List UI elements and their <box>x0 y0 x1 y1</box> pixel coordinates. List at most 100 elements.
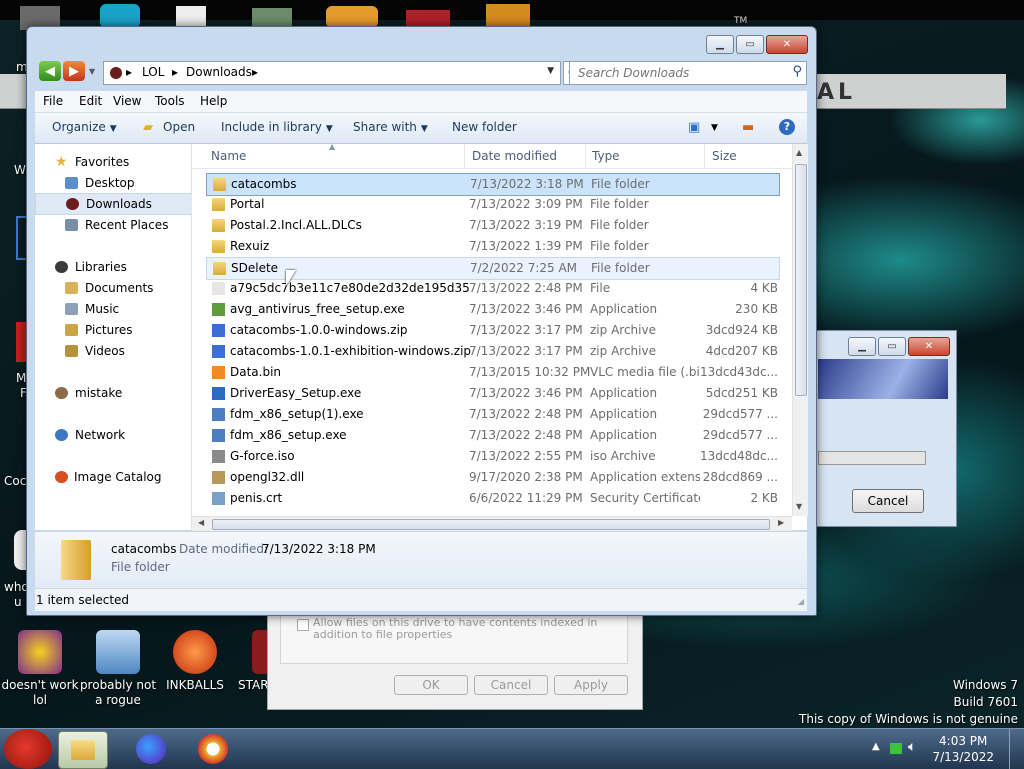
close-button[interactable]: ✕ <box>766 35 808 54</box>
taskbar-app[interactable] <box>190 731 238 767</box>
clock[interactable]: 4:03 PM 7/13/2022 <box>932 733 994 765</box>
scroll-up-icon[interactable]: ▲ <box>796 148 802 157</box>
menu-tools[interactable]: Tools <box>155 94 185 108</box>
preview-pane-icon[interactable]: ▬ <box>742 120 754 135</box>
apply-button[interactable]: Apply <box>554 675 628 695</box>
column-date-modified[interactable]: Date modified <box>472 149 557 163</box>
nav-network[interactable]: Network <box>35 425 191 445</box>
nav-videos[interactable]: Videos <box>35 341 191 361</box>
open-button[interactable]: Open <box>163 120 195 134</box>
back-button[interactable]: ◀ <box>39 61 61 81</box>
file-row[interactable]: G-force.iso 7/13/2022 2:55 PM iso Archive 1… <box>206 446 778 467</box>
file-row[interactable]: fdm_x86_setup.exe 7/13/2022 2:48 PM Applic… <box>206 425 778 446</box>
column-separator[interactable] <box>704 144 705 168</box>
file-row[interactable]: Data.bin 7/13/2015 10:32 PM VLC media file… <box>206 362 778 383</box>
minimize-button[interactable]: ▁ <box>706 35 734 54</box>
column-separator[interactable] <box>585 144 586 168</box>
file-row[interactable]: catacombs-1.0.0-windows.zip 7/13/2022 3:1… <box>206 320 778 341</box>
nav-desktop[interactable]: Desktop <box>35 173 191 193</box>
nav-downloads[interactable]: Downloads <box>35 193 193 215</box>
desktop-icon-top-3[interactable] <box>176 6 206 28</box>
vertical-scrollbar[interactable]: ▲ ▼ <box>792 144 808 516</box>
view-dropdown-icon[interactable]: ▼ <box>711 123 718 133</box>
search-icon[interactable]: ⚲ <box>792 64 802 79</box>
volume-icon[interactable]: 🔈︎ <box>908 739 916 755</box>
file-row[interactable]: fdm_x86_setup(1).exe 7/13/2022 2:48 PM App… <box>206 404 778 425</box>
start-button-angry-bird-icon[interactable] <box>4 729 52 769</box>
nav-documents[interactable]: Documents <box>35 278 191 298</box>
ok-button[interactable]: OK <box>394 675 468 695</box>
desktop-icon-top-4[interactable] <box>252 8 292 28</box>
nav-pictures[interactable]: Pictures <box>35 320 191 340</box>
change-view-icon[interactable]: ▣ <box>688 120 700 135</box>
breadcrumb-lol[interactable]: LOL <box>142 65 164 79</box>
help-icon[interactable]: ? <box>779 119 795 135</box>
file-row[interactable]: Rexuiz 7/13/2022 1:39 PM File folder <box>206 236 778 257</box>
column-name[interactable]: Name <box>211 149 246 163</box>
file-row[interactable]: Postal.2.Incl.ALL.DLCs 7/13/2022 3:19 PM F… <box>206 215 778 236</box>
file-date-modified: 7/13/2022 3:46 PM <box>469 302 583 316</box>
cancel-button[interactable]: Cancel <box>474 675 548 695</box>
file-row[interactable]: penis.crt 6/6/2022 11:29 PM Security Certi… <box>206 488 778 509</box>
menu-file[interactable]: File <box>43 94 63 108</box>
file-row[interactable]: catacombs 7/13/2022 3:18 PM File folder <box>206 173 780 196</box>
nav-music[interactable]: Music <box>35 299 191 319</box>
maximize-button[interactable]: ▭ <box>878 337 906 356</box>
horizontal-scroll-thumb[interactable] <box>212 519 770 530</box>
column-size[interactable]: Size <box>712 149 737 163</box>
desktop-icon-rogue[interactable]: probably not a rogue <box>78 630 158 708</box>
nav-recent-places[interactable]: Recent Places <box>35 215 191 235</box>
scroll-right-icon[interactable]: ▶ <box>778 518 784 527</box>
breadcrumb-arrow-icon[interactable]: ▸ <box>126 65 132 79</box>
desktop-icon-inkballs[interactable]: INKBALLS <box>155 630 235 693</box>
action-center-icon[interactable] <box>890 743 902 754</box>
resize-grip-icon[interactable]: ◢ <box>798 597 804 606</box>
breadcrumb-arrow-icon[interactable]: ▸ <box>172 65 178 79</box>
menu-view[interactable]: View <box>113 94 141 108</box>
close-button[interactable]: ✕ <box>908 337 950 356</box>
address-bar[interactable]: ▸ LOL ▸ Downloads ▸ ▼ <box>103 61 561 85</box>
file-row[interactable]: catacombs-1.0.1-exhibition-windows.zip 7/… <box>206 341 778 362</box>
minimize-button[interactable]: ▁ <box>848 337 876 356</box>
taskbar-firefox[interactable] <box>128 731 176 767</box>
file-row[interactable]: Portal 7/13/2022 3:09 PM File folder <box>206 194 778 215</box>
maximize-button[interactable]: ▭ <box>736 35 764 54</box>
desktop-icon-top-2[interactable] <box>100 4 140 28</box>
desktop-icon-top-5[interactable] <box>326 6 378 28</box>
recent-pages-icon[interactable]: ▼ <box>89 67 95 76</box>
search-box[interactable]: ⚲ <box>569 61 807 85</box>
include-in-library-button[interactable]: Include in library ▼ <box>221 120 333 134</box>
file-row[interactable]: opengl32.dll 9/17/2020 2:38 PM Application… <box>206 467 778 488</box>
desktop-icon-star[interactable]: STAR <box>226 630 270 693</box>
nav-homegroup-mistake[interactable]: mistake <box>35 383 191 403</box>
scroll-left-icon[interactable]: ◀ <box>198 518 204 527</box>
menu-edit[interactable]: Edit <box>79 94 102 108</box>
taskbar-explorer[interactable] <box>58 731 108 769</box>
desktop-icon-yahoo[interactable]: doesn't work lol <box>0 630 80 708</box>
vertical-scroll-thumb[interactable] <box>795 164 807 396</box>
column-separator[interactable] <box>464 144 465 168</box>
nav-libraries[interactable]: Libraries <box>35 257 191 277</box>
file-row[interactable]: avg_antivirus_free_setup.exe 7/13/2022 3:… <box>206 299 778 320</box>
address-dropdown-icon[interactable]: ▼ <box>547 66 554 76</box>
search-input[interactable] <box>576 65 780 81</box>
cancel-button[interactable]: Cancel <box>852 489 924 513</box>
desktop-icon-fragment[interactable] <box>16 322 26 362</box>
nav-image-catalog[interactable]: Image Catalog <box>35 467 191 487</box>
desktop-icon-top-7[interactable] <box>486 4 530 28</box>
new-folder-button[interactable]: New folder <box>452 120 517 134</box>
column-type[interactable]: Type <box>592 149 620 163</box>
file-row[interactable]: DriverEasy_Setup.exe 7/13/2022 3:46 PM App… <box>206 383 778 404</box>
breadcrumb-downloads[interactable]: Downloads <box>186 65 252 79</box>
nav-favorites[interactable]: ★ Favorites <box>35 152 191 172</box>
forward-button[interactable]: ▶ <box>63 61 85 81</box>
show-desktop-button[interactable] <box>1009 729 1024 769</box>
share-with-button[interactable]: Share with ▼ <box>353 120 428 134</box>
breadcrumb-arrow-icon[interactable]: ▸ <box>252 65 258 79</box>
horizontal-scrollbar[interactable]: ◀ ▶ <box>192 516 792 531</box>
show-hidden-icons-icon[interactable]: ▲ <box>872 741 880 752</box>
scroll-down-icon[interactable]: ▼ <box>796 502 802 511</box>
menu-help[interactable]: Help <box>200 94 227 108</box>
index-checkbox[interactable] <box>297 619 309 631</box>
organize-button[interactable]: Organize ▼ <box>52 120 117 134</box>
